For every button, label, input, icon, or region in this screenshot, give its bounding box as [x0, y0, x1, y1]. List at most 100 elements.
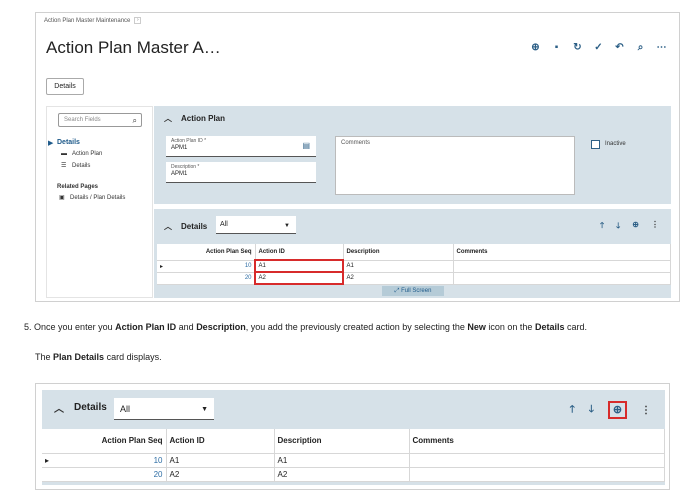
dropdown-value: All [120, 404, 131, 414]
card-divider [154, 204, 671, 209]
caret-down-icon: ▼ [201, 406, 208, 413]
seq-cell[interactable]: 10 [68, 453, 167, 468]
column-header[interactable]: Action ID [166, 429, 275, 454]
record-toolbar: ⊕ ▪ ↻ ✓ ↶ ⌕ ⋯ [530, 42, 667, 53]
action-plan-id-field[interactable]: Action Plan ID * APM1 ▤ [166, 136, 316, 157]
instruction-result: The Plan Details card displays. [35, 352, 162, 362]
main-content: ︿ Action Plan Action Plan ID * APM1 ▤ De… [154, 106, 671, 298]
details-card-header[interactable]: ︿ Details [154, 214, 207, 238]
action-id-cell[interactable]: A2 [166, 467, 275, 482]
refresh-icon[interactable]: ↻ [572, 42, 583, 53]
left-navigation: Search Fields ⌕ ▶ Details ▬ Action Plan … [46, 106, 153, 298]
arrow-down-icon[interactable]: 🡓 [589, 402, 594, 419]
details-filter-dropdown[interactable]: All ▼ [216, 216, 296, 234]
arrow-up-icon[interactable]: 🡑 [570, 402, 575, 419]
row-indicator-header [157, 244, 177, 261]
search-placeholder: Search Fields [64, 117, 101, 123]
instruction-step: 5. Once you enter you Action Plan ID and… [24, 322, 587, 332]
description-cell[interactable]: A1 [343, 260, 454, 273]
column-header[interactable]: Comments [409, 429, 665, 454]
comments-cell[interactable] [409, 467, 665, 482]
column-header[interactable]: Action ID [255, 244, 344, 261]
step-text-bold: New [467, 322, 486, 332]
step-text-part: Once you enter you [34, 322, 113, 332]
action-id-cell[interactable]: A1 [254, 259, 344, 273]
details-grid: Action Plan Seq Action ID Description Co… [157, 244, 671, 285]
comments-cell[interactable] [409, 453, 665, 468]
description-cell[interactable]: A2 [274, 467, 410, 482]
step-text-part: icon on the [488, 322, 533, 332]
seq-cell[interactable]: 10 [177, 260, 256, 273]
arrow-down-icon[interactable]: 🡓 [616, 220, 620, 234]
page-title: Action Plan Master A… [46, 38, 221, 57]
step-text-part: and [178, 322, 194, 332]
step-text-bold: Action Plan ID [115, 322, 177, 332]
search-icon[interactable]: ⌕ [133, 115, 137, 127]
undo-icon[interactable]: ↶ [614, 42, 625, 53]
description-field[interactable]: Description * APM1 [166, 162, 316, 183]
field-value: APM1 [171, 145, 188, 151]
more-vertical-icon[interactable]: ⋮ [651, 220, 659, 234]
comments-cell[interactable] [453, 260, 671, 273]
column-header[interactable]: Description [343, 244, 454, 261]
add-icon[interactable]: ⊕ [530, 42, 541, 53]
column-header[interactable]: Comments [453, 244, 671, 261]
table-row[interactable]: ▸ 10 A1 A1 [42, 453, 665, 468]
details-filter-dropdown[interactable]: All ▼ [114, 398, 214, 420]
breadcrumb-item[interactable]: Action Plan Master Maintenance [44, 18, 130, 24]
table-row[interactable]: 20 A2 A2 [157, 271, 671, 285]
more-icon[interactable]: ⋯ [656, 42, 667, 53]
nav-heading-details[interactable]: Details [57, 139, 80, 146]
save-icon[interactable]: ▪ [551, 42, 562, 53]
field-label: Action Plan ID * [171, 138, 207, 144]
row-indicator: ▸ [157, 260, 177, 273]
related-item-plan-details[interactable]: ▣ Details / Plan Details [59, 194, 126, 202]
comments-cell[interactable] [453, 272, 671, 285]
breadcrumb-chevron-icon[interactable]: › [134, 17, 142, 24]
search-icon[interactable]: ⌕ [635, 42, 646, 53]
seq-cell[interactable]: 20 [177, 272, 256, 285]
lookup-icon[interactable]: ▤ [302, 141, 310, 150]
description-cell[interactable]: A1 [274, 453, 410, 468]
table-row[interactable]: 20 A2 A2 [42, 467, 665, 482]
related-pages-heading: Related Pages [57, 184, 99, 190]
full-screen-button[interactable]: ⤢ Full Screen [382, 286, 444, 296]
card-title: Details [74, 401, 107, 413]
action-plan-card-header[interactable]: ︿ Action Plan [154, 106, 671, 130]
full-screen-label: Full Screen [401, 288, 432, 294]
card-icon: ▬ [61, 151, 67, 157]
chevron-up-icon[interactable]: ︿ [164, 113, 172, 124]
result-text-part: card displays. [106, 352, 162, 362]
column-header[interactable]: Description [274, 429, 410, 454]
chevron-up-icon[interactable]: ︿ [54, 400, 64, 415]
details-card-toolbar: 🡑 🡓 ⊕ ⋮ [600, 220, 659, 234]
nav-item-action-plan[interactable]: ▬ Action Plan [61, 151, 102, 157]
add-icon[interactable]: ⊕ [632, 220, 639, 234]
related-item-label: Details / Plan Details [70, 194, 126, 201]
list-icon: ☰ [61, 163, 67, 169]
more-vertical-icon[interactable]: ⋮ [641, 405, 651, 416]
comments-field[interactable]: Comments [335, 136, 575, 195]
nav-item-label: Action Plan [72, 151, 103, 157]
inactive-label: Inactive [605, 141, 626, 147]
action-id-cell[interactable]: A1 [166, 453, 275, 468]
action-id-cell[interactable]: A2 [254, 271, 344, 285]
dropdown-value: All [220, 221, 228, 228]
caret-right-icon: ▶ [48, 140, 54, 147]
column-header[interactable]: Action Plan Seq [177, 244, 256, 261]
search-fields-input[interactable]: Search Fields ⌕ [58, 113, 142, 127]
column-header[interactable]: Action Plan Seq [68, 429, 167, 454]
seq-cell[interactable]: 20 [68, 467, 167, 482]
clear-icon[interactable]: ✓ [593, 42, 604, 53]
details-grid: Action Plan Seq Action ID Description Co… [42, 429, 665, 482]
nav-item-details[interactable]: ☰ Details [61, 162, 90, 170]
inactive-checkbox[interactable] [591, 140, 600, 149]
chevron-up-icon[interactable]: ︿ [164, 221, 172, 232]
arrow-up-icon[interactable]: 🡑 [600, 220, 604, 234]
add-icon[interactable]: ⊕ [608, 401, 627, 419]
table-row[interactable]: ▸ 10 A1 A1 [157, 259, 671, 273]
details-button[interactable]: Details [46, 78, 84, 95]
row-indicator-header [42, 429, 68, 454]
description-cell[interactable]: A2 [343, 272, 454, 285]
step-number: 5. [24, 322, 32, 332]
